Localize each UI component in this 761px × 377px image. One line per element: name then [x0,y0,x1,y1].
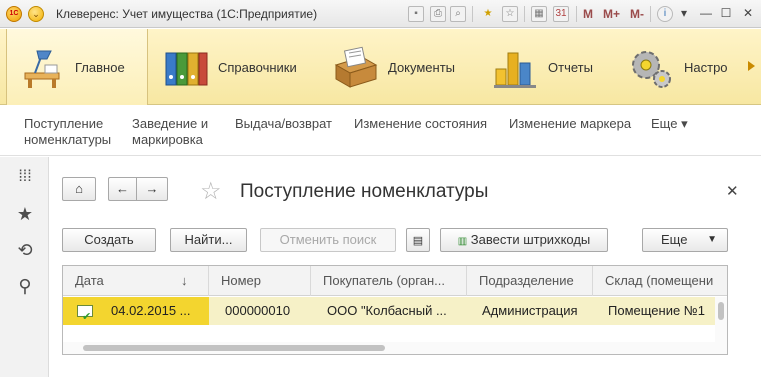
cmd-registration-marking[interactable]: Заведение и маркировка [132,116,208,148]
more-actions-label: Еще [661,232,688,247]
horizontal-scrollbar[interactable] [63,342,727,354]
cell-number: 000000010 [225,303,291,318]
list-settings-button[interactable]: ▤ [406,228,430,252]
section-documents[interactable]: Документы [332,29,472,105]
section-reports[interactable]: Отчеты [492,29,612,105]
memory-minus-button[interactable]: M- [630,7,644,21]
cancel-search-button[interactable]: Отменить поиск [260,228,396,252]
section-catalogs[interactable]: Справочники [162,29,312,105]
save-icon[interactable]: ▪ [408,6,424,22]
maximize-icon[interactable]: ☐ [717,4,735,22]
toolbar-separator [650,6,651,22]
column-header-warehouse[interactable]: Склад (помещени [593,266,727,296]
chevron-down-icon: ▼ [707,234,717,245]
minimize-icon[interactable]: — [697,4,715,22]
toolbar-separator [472,6,473,22]
sort-desc-icon: ↓ [181,273,188,288]
add-to-favorites-icon[interactable]: ☆ [200,179,222,205]
preview-icon[interactable]: ⌕ [450,6,466,22]
calculator-icon[interactable]: ▦ [531,6,547,22]
register-barcodes-button[interactable]: ▥ Завести штрихкоды [440,228,608,252]
section-documents-label: Документы [388,59,456,75]
more-actions-button[interactable]: Еще ▼ [642,228,728,252]
cmd-receipt-nomenclature[interactable]: Поступление номенклатуры [24,116,111,148]
window-title: Клеверенс: Учет имущества (1С:Предприяти… [56,7,318,21]
favorites-icon[interactable]: ★ [480,6,496,22]
cell-date: 04.02.2015 ... [63,297,209,325]
memory-plus-button[interactable]: M+ [603,7,620,21]
section-settings-label: Настро [684,59,728,75]
section-commands-bar: Поступление номенклатуры Заведение и марки… [0,106,761,156]
barcode-icon: ▥ [457,236,468,247]
list-form: ⌂ ← → ☆ Поступление номенклатуры ✕ Созда… [50,157,761,377]
toolbar-separator [576,6,577,22]
home-button[interactable]: ⌂ [62,177,96,201]
home-icon: ⌂ [75,181,83,196]
close-form-icon[interactable]: ✕ [726,182,739,200]
binders-icon [162,43,210,91]
section-main-label: Главное [75,59,125,75]
memory-button[interactable]: M [583,7,593,21]
main-menu-icon[interactable]: ⌄ [28,6,44,22]
section-catalogs-label: Справочники [218,59,297,75]
find-button[interactable]: Найти... [170,228,247,252]
section-settings[interactable]: Настро [628,29,761,105]
history-icon[interactable]: ⟲ [15,240,35,260]
table-header: Дата ↓ Номер Покупатель (орган... Подраз… [63,266,727,296]
page-title: Поступление номенклатуры [240,181,489,202]
documents-box-icon [332,43,380,91]
cell-buyer: ООО "Колбасный ... [327,303,447,318]
grid-menu-icon[interactable]: ⁞⁞⁞ [15,167,35,187]
cmd-more[interactable]: Еще ▾ [651,116,688,132]
info-icon[interactable]: i [657,6,673,22]
column-header-department[interactable]: Подразделение [467,266,593,296]
arrow-right-icon: → [145,181,159,196]
vertical-scroll-thumb[interactable] [718,302,724,320]
sections-panel: Главное Справочники Документы Отчеты Нас… [0,29,761,105]
history-star-icon[interactable]: ☆ [502,6,518,22]
1c-logo-icon: 1C [6,6,22,22]
scroll-right-icon[interactable] [748,61,755,71]
calendar-icon[interactable]: 31 [553,6,569,22]
search-icon[interactable]: ⚲ [15,276,35,296]
column-header-number[interactable]: Номер [209,266,311,296]
register-barcodes-label: Завести штрихкоды [470,232,591,247]
home-desk-icon [19,43,67,91]
chevron-down-icon[interactable]: ▾ [675,4,693,22]
bar-chart-icon [492,43,540,91]
column-header-date[interactable]: Дата ↓ [63,266,209,296]
favorites-star-icon[interactable]: ★ [15,204,35,224]
posted-document-icon [77,303,93,325]
forward-button[interactable]: → [136,177,168,201]
section-main[interactable]: Главное [6,29,148,105]
arrow-left-icon: ← [116,181,129,196]
cmd-state-change[interactable]: Изменение состояния [354,116,487,132]
cmd-issue-return[interactable]: Выдача/возврат [235,116,332,132]
close-window-icon[interactable]: ✕ [739,4,757,22]
print-icon[interactable]: ⎙ [430,6,446,22]
table-row[interactable]: 04.02.2015 ... 000000010 ООО "Колбасный … [63,297,715,325]
list-settings-icon: ▤ [412,235,424,247]
toolbar-separator [524,6,525,22]
documents-table[interactable]: Дата ↓ Номер Покупатель (орган... Подраз… [62,265,728,355]
column-header-buyer[interactable]: Покупатель (орган... [311,266,467,296]
title-bar: 1C ⌄ Клеверенс: Учет имущества (1С:Предп… [0,0,761,28]
horizontal-scroll-thumb[interactable] [83,345,385,351]
section-reports-label: Отчеты [548,59,593,75]
back-button[interactable]: ← [108,177,136,201]
gears-icon [628,43,676,91]
cmd-marker-change[interactable]: Изменение маркера [509,116,631,132]
create-button[interactable]: Создать [62,228,156,252]
cell-department: Администрация [482,303,578,318]
cell-warehouse: Помещение №1 [608,303,705,318]
left-panel: ⁞⁞⁞ ★ ⟲ ⚲ [0,157,49,377]
